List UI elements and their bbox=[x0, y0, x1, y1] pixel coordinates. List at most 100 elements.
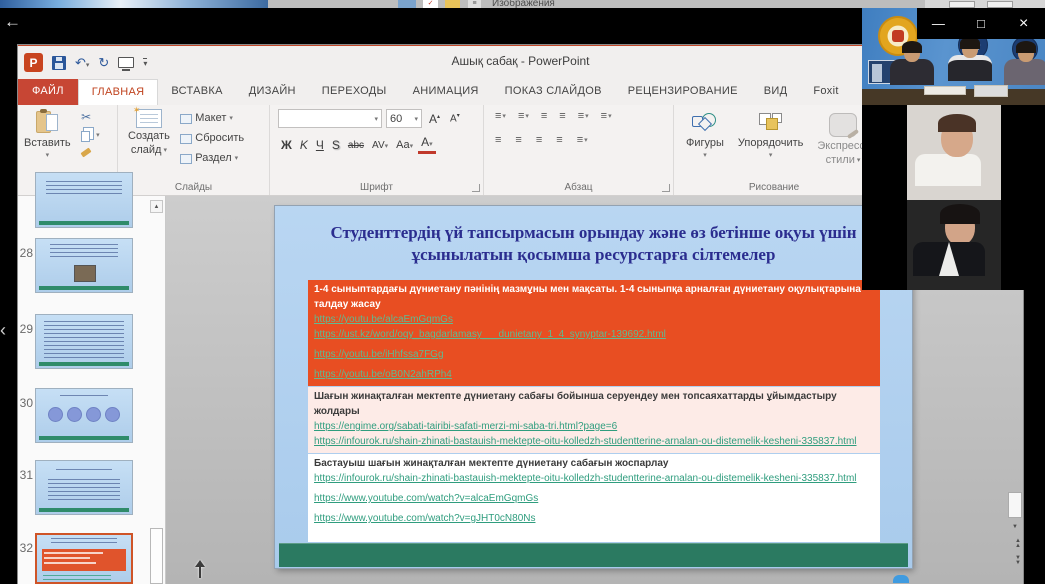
slide-block-resources-3[interactable]: Бастауыш шағын жинақталған мектепте дүни… bbox=[308, 454, 880, 542]
video-tile-participant-2[interactable] bbox=[862, 105, 1045, 200]
slide-thumbnail-partial[interactable] bbox=[35, 172, 133, 228]
block3-link[interactable]: https://infourok.ru/shain-zhinati-bastau… bbox=[314, 471, 874, 486]
tab-review[interactable]: РЕЦЕНЗИРОВАНИЕ bbox=[615, 79, 751, 105]
justify-button[interactable]: ≡ bbox=[553, 133, 565, 147]
new-slide-button[interactable]: ✶ Создать слайд▾ bbox=[128, 109, 170, 156]
font-size-combo[interactable]: 60▾ bbox=[386, 109, 422, 128]
tab-slideshow[interactable]: ПОКАЗ СЛАЙДОВ bbox=[492, 79, 615, 105]
new-slide-icon: ✶ bbox=[136, 109, 162, 128]
close-button[interactable]: × bbox=[1009, 15, 1039, 33]
block1-link[interactable]: https://youtu.be/alcaEmGqmGs bbox=[314, 312, 874, 327]
strikethrough-button[interactable]: abc bbox=[345, 139, 367, 152]
font-color-button[interactable]: A▾ bbox=[418, 136, 436, 154]
slide-thumbnail-30[interactable] bbox=[35, 388, 133, 443]
tab-file[interactable]: ФАЙЛ bbox=[18, 79, 78, 105]
align-left-button[interactable]: ≡ bbox=[492, 133, 504, 147]
paste-dropdown-icon[interactable]: ▾ bbox=[46, 151, 50, 159]
group-paragraph: ≡▾ ≡▾ ≡ ≡ ≡▾ ≡▾ ≡ ≡ ≡ ≡ ≡▾ Абзац bbox=[484, 105, 674, 195]
slide-canvas[interactable]: Студенттердің үй тапсырмасын орындау жән… bbox=[275, 206, 912, 568]
block1-link[interactable]: https://youtu.be/oB0N2ahRPh4 bbox=[314, 367, 874, 382]
slide-title[interactable]: Студенттердің үй тапсырмасын орындау жән… bbox=[323, 222, 864, 267]
character-spacing-button[interactable]: AV▾ bbox=[369, 139, 391, 152]
panel-scroll-up-button[interactable]: ▲ bbox=[150, 200, 163, 213]
columns-button[interactable]: ≡▾ bbox=[574, 133, 591, 147]
block3-link[interactable]: https://www.youtube.com/watch?v=gJHT0cN8… bbox=[314, 511, 874, 526]
slides-small-buttons: Макет▾ Сбросить Раздел▾ bbox=[180, 109, 244, 166]
minimize-button[interactable]: — bbox=[923, 16, 953, 31]
case-label: Aa bbox=[396, 139, 409, 151]
arrange-button[interactable]: Упорядочить ▾ bbox=[738, 113, 803, 159]
reset-button[interactable]: Сбросить bbox=[180, 131, 244, 146]
quick-styles-dropdown-icon: ▾ bbox=[857, 156, 861, 164]
bold-button[interactable]: Ж bbox=[278, 137, 295, 153]
align-right-button[interactable]: ≡ bbox=[533, 133, 545, 147]
slides-group-label: Слайды bbox=[118, 182, 269, 193]
decrease-indent-button[interactable]: ≡ bbox=[538, 109, 550, 123]
section-button[interactable]: Раздел▾ bbox=[180, 151, 244, 166]
tab-home[interactable]: ГЛАВНАЯ bbox=[78, 79, 159, 105]
font-dialog-launcher-icon[interactable] bbox=[472, 184, 480, 192]
copy-dropdown-icon[interactable]: ▾ bbox=[96, 129, 100, 142]
slide-thumbnail-28[interactable] bbox=[35, 238, 133, 293]
panel-scroll-up-icon: ▲ bbox=[154, 204, 160, 210]
line-spacing-button[interactable]: ≡▾ bbox=[575, 109, 592, 123]
tab-insert[interactable]: ВСТАВКА bbox=[158, 79, 235, 105]
slide-thumbnail-32-selected[interactable] bbox=[35, 533, 133, 584]
slide-number-32: 32 bbox=[18, 541, 33, 555]
tab-design[interactable]: ДИЗАЙН bbox=[236, 79, 309, 105]
quick-styles-button[interactable]: Экспресс- стили▾ bbox=[817, 113, 868, 166]
reset-label: Сбросить bbox=[195, 131, 244, 146]
next-slide-icon2: ▼ bbox=[1015, 561, 1021, 566]
tab-transitions[interactable]: ПЕРЕХОДЫ bbox=[309, 79, 400, 105]
block1-link[interactable]: https://youtu.be/iHhfssa7FGg bbox=[314, 347, 874, 362]
layout-button[interactable]: Макет▾ bbox=[180, 111, 244, 126]
numbering-button[interactable]: ≡▾ bbox=[515, 109, 532, 123]
canvas-scrollbar-thumb[interactable] bbox=[1008, 492, 1022, 518]
slide-thumbnail-31[interactable] bbox=[35, 460, 133, 515]
maximize-button[interactable]: □ bbox=[966, 16, 996, 31]
scroll-down-button[interactable]: ▼ bbox=[1008, 521, 1022, 535]
shirt bbox=[939, 242, 959, 276]
copy-button[interactable]: ▾ bbox=[81, 128, 100, 142]
bullets-button[interactable]: ≡▾ bbox=[492, 109, 509, 123]
quick-styles-label-2: стили bbox=[826, 154, 855, 166]
paste-button[interactable]: Вставить ▾ bbox=[24, 109, 71, 159]
underline-button[interactable]: Ч bbox=[313, 137, 327, 153]
block2-link[interactable]: https://infourok.ru/shain-zhinati-bastau… bbox=[314, 434, 874, 449]
paragraph-group-label: Абзац bbox=[484, 182, 673, 193]
video-tile-room[interactable]: — □ × bbox=[862, 8, 1045, 105]
paragraph-dialog-launcher-icon[interactable] bbox=[662, 184, 670, 192]
next-slide-button[interactable]: ▼▼ bbox=[1015, 556, 1021, 566]
change-case-button[interactable]: Aa▾ bbox=[393, 138, 416, 152]
align-center-button[interactable]: ≡ bbox=[512, 133, 524, 147]
block1-heading: 1-4 сыныптардағы дүниетану пәнінің мазмұ… bbox=[314, 282, 874, 312]
increase-indent-button[interactable]: ≡ bbox=[556, 109, 568, 123]
block2-heading: Шағын жинақталған мектепте дүниетану саб… bbox=[314, 389, 874, 419]
slide-block-resources-2[interactable]: Шағын жинақталған мектепте дүниетану саб… bbox=[308, 387, 880, 453]
back-icon[interactable]: ← bbox=[4, 12, 21, 32]
shapes-button[interactable]: Фигуры ▾ bbox=[686, 113, 724, 159]
format-painter-button[interactable] bbox=[81, 146, 100, 155]
chevron-left-icon[interactable]: ‹ bbox=[0, 320, 6, 341]
block2-link[interactable]: https://engime.org/sabati-tairibi-safati… bbox=[314, 419, 874, 434]
head bbox=[1018, 44, 1034, 62]
font-name-combo[interactable]: ▾ bbox=[278, 109, 382, 128]
italic-button[interactable]: K bbox=[297, 137, 311, 153]
italic-label: K bbox=[300, 138, 308, 152]
new-slide-label-2: слайд bbox=[131, 144, 162, 156]
block3-link[interactable]: https://www.youtube.com/watch?v=alcaEmGq… bbox=[314, 491, 874, 506]
video-tile-participant-3[interactable] bbox=[862, 200, 1045, 290]
tab-foxit[interactable]: Foxit bbox=[800, 79, 851, 105]
text-direction-button[interactable]: ≡▾ bbox=[598, 109, 615, 123]
panel-scrollbar-thumb[interactable] bbox=[150, 528, 163, 584]
tab-view[interactable]: ВИД bbox=[751, 79, 801, 105]
previous-slide-button[interactable]: ▲▲ bbox=[1015, 539, 1021, 549]
block1-link[interactable]: https://ust.kz/word/oqy_bagdarlamasy___d… bbox=[314, 327, 874, 342]
text-shadow-button[interactable]: S bbox=[329, 137, 343, 153]
cut-button[interactable]: ✂ bbox=[81, 111, 100, 124]
slide-thumbnail-29[interactable] bbox=[35, 314, 133, 369]
shrink-font-button[interactable]: A▾ bbox=[447, 111, 463, 125]
grow-font-button[interactable]: A▴ bbox=[426, 111, 443, 127]
slide-block-resources-1[interactable]: 1-4 сыныптардағы дүниетану пәнінің мазмұ… bbox=[308, 280, 880, 386]
tab-animations[interactable]: АНИМАЦИЯ bbox=[400, 79, 492, 105]
